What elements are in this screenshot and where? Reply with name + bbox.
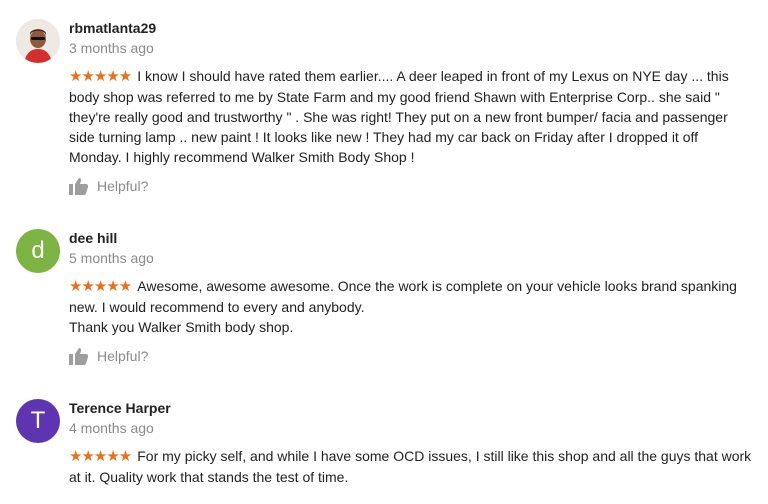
helpful-label: Helpful? [97,178,149,194]
helpful-button[interactable]: Helpful? [69,347,148,365]
avatar[interactable]: T [16,399,60,443]
review-time: 4 months ago [69,420,154,436]
user-photo-icon [16,19,60,63]
avatar-letter: T [30,407,46,434]
review-author[interactable]: rbmatlanta29 [69,20,156,36]
review-author[interactable]: Terence Harper [69,400,171,416]
review-body: I know I should have rated them earlier.… [69,68,729,165]
avatar[interactable]: d [16,229,60,273]
avatar-letter: d [31,237,45,264]
review-body-line-2: Thank you Walker Smith body shop. [69,319,294,335]
review-author[interactable]: dee hill [69,230,117,246]
review-time: 5 months ago [69,250,154,266]
thumbs-up-icon [69,178,89,195]
review-text: ★★★★★ Awesome, awesome awesome. Once the … [69,276,753,337]
helpful-button[interactable]: Helpful? [69,177,148,195]
review-body: Awesome, awesome awesome. Once the work … [69,278,737,315]
star-rating: ★★★★★ [69,448,132,465]
helpful-label: Helpful? [97,348,149,364]
star-rating: ★★★★★ [69,278,132,295]
review-time: 3 months ago [69,40,154,56]
thumbs-up-icon [69,348,89,365]
review-body: For my picky self, and while I have some… [69,448,752,485]
avatar[interactable] [16,19,60,63]
star-rating: ★★★★★ [69,68,132,85]
review-text: ★★★★★ For my picky self, and while I have… [69,446,753,487]
review-text: ★★★★★ I know I should have rated them ear… [69,66,753,167]
